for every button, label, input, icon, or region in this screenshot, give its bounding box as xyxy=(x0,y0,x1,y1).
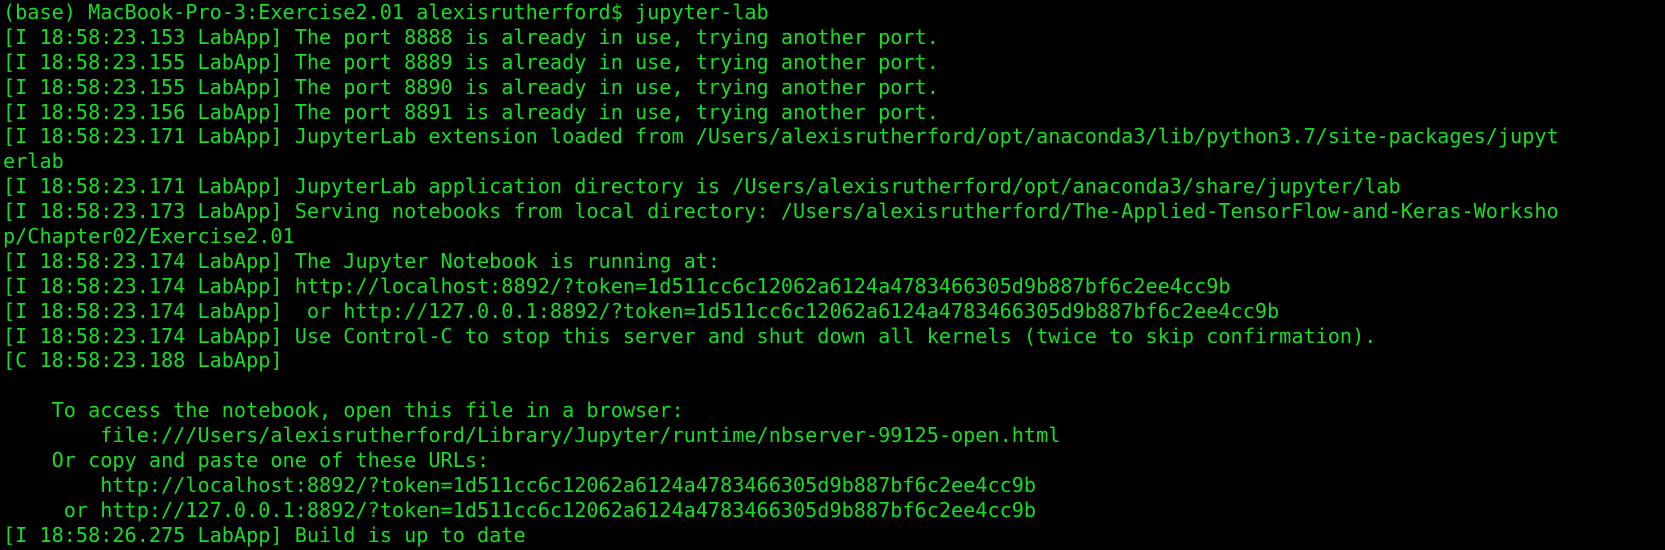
terminal-line: p/Chapter02/Exercise2.01 xyxy=(3,224,295,249)
terminal-line: [I 18:58:23.171 LabApp] JupyterLab appli… xyxy=(3,174,1401,199)
terminal-line: [I 18:58:23.171 LabApp] JupyterLab exten… xyxy=(3,124,1559,149)
terminal-line: [I 18:58:23.173 LabApp] Serving notebook… xyxy=(3,199,1559,224)
terminal-line-url: or http://127.0.0.1:8892/?token=1d511cc6… xyxy=(3,497,1037,522)
terminal-line: [I 18:58:23.155 LabApp] The port 8889 is… xyxy=(3,49,939,74)
terminal-line: [C 18:58:23.188 LabApp] xyxy=(3,348,283,373)
terminal-line: [I 18:58:23.153 LabApp] The port 8888 is… xyxy=(3,24,939,49)
terminal-line-prompt: (base) MacBook-Pro-3:Exercise2.01 alexis… xyxy=(3,0,769,24)
terminal-line-url: http://localhost:8892/?token=1d511cc6c12… xyxy=(3,472,1037,497)
terminal-line: [I 18:58:23.156 LabApp] The port 8891 is… xyxy=(3,99,939,124)
terminal-window[interactable]: (base) MacBook-Pro-3:Exercise2.01 alexis… xyxy=(0,0,1665,550)
terminal-line-url: [I 18:58:23.174 LabApp] http://localhost… xyxy=(3,273,1231,298)
terminal-line: To access the notebook, open this file i… xyxy=(3,398,684,423)
terminal-line: [I 18:58:23.174 LabApp] Use Control-C to… xyxy=(3,323,1377,348)
terminal-line: erlab xyxy=(3,149,64,174)
terminal-line: [I 18:58:23.174 LabApp] The Jupyter Note… xyxy=(3,248,721,273)
terminal-line-url: [I 18:58:23.174 LabApp] or http://127.0.… xyxy=(3,298,1280,323)
terminal-line: Or copy and paste one of these URLs: xyxy=(3,448,490,473)
terminal-line-file-path: file:///Users/alexisrutherford/Library/J… xyxy=(3,423,1061,448)
terminal-line: [I 18:58:26.275 LabApp] Build is up to d… xyxy=(3,522,526,547)
terminal-line: [I 18:58:23.155 LabApp] The port 8890 is… xyxy=(3,74,939,99)
